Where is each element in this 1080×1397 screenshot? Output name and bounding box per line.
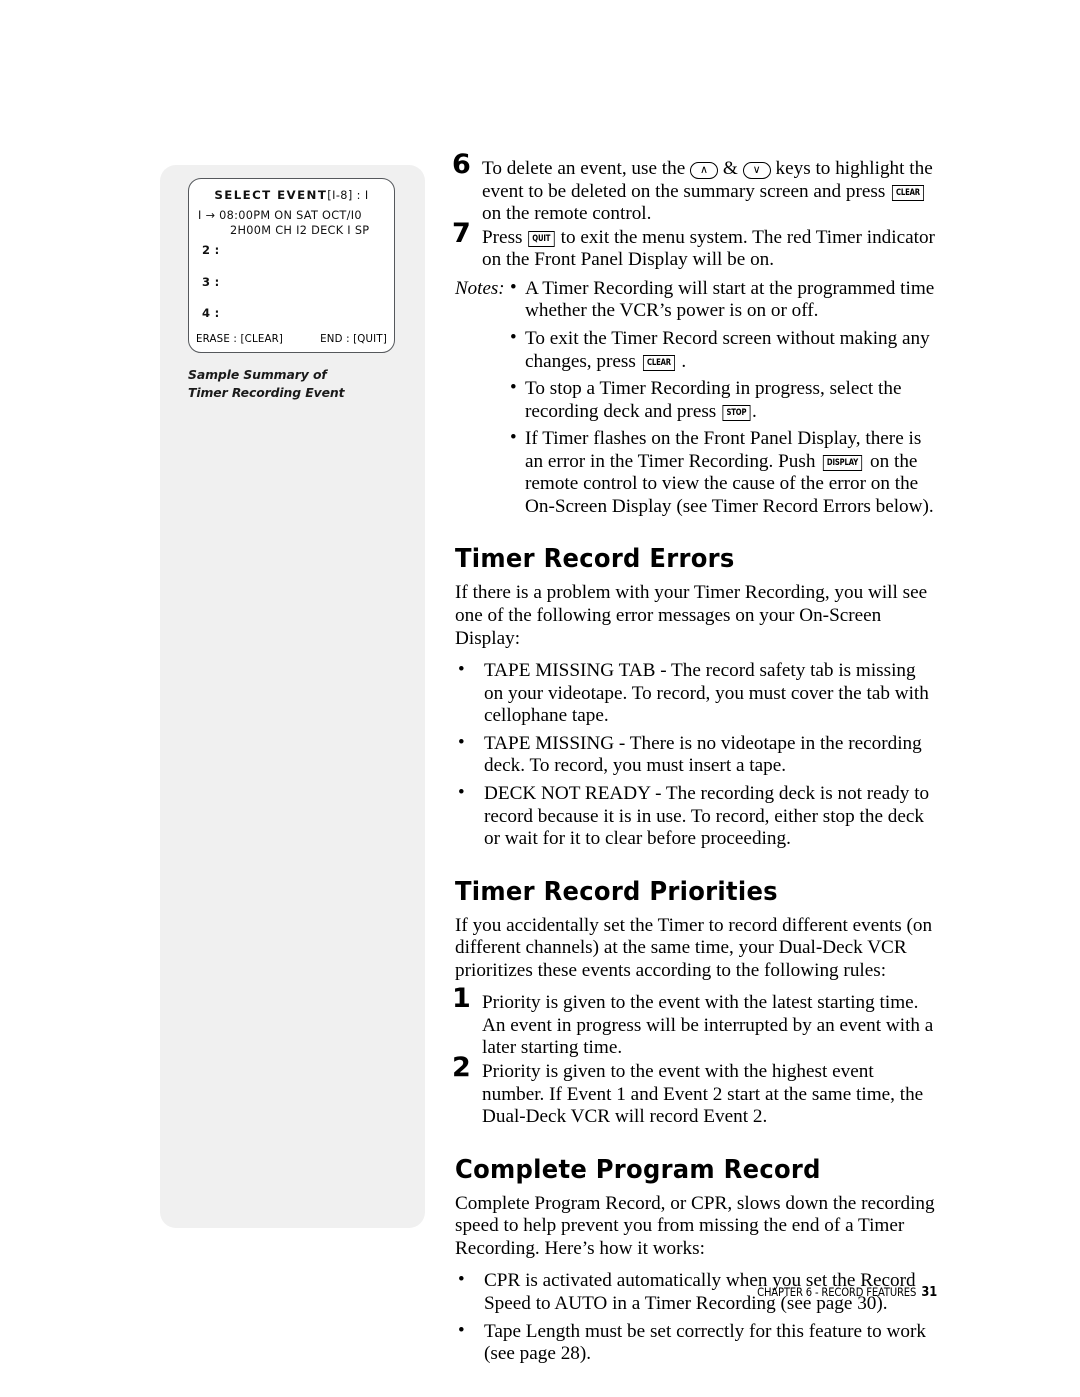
osd-erase-hint: ERASE : [CLEAR]	[196, 334, 284, 345]
error-text: TAPE MISSING - There is no videotape in …	[484, 732, 922, 777]
errors-intro-paragraph: If there is a problem with your Timer Re…	[455, 582, 928, 649]
heading-timer-record-errors: Timer Record Errors	[455, 544, 735, 575]
note-text: A Timer Recording will start at the prog…	[525, 277, 935, 322]
bullet-icon: •	[510, 326, 517, 348]
note-item: • If Timer flashes on the Front Panel Dis…	[455, 427, 937, 518]
step-7: 7 Press QUIT to exit the menu system. The…	[452, 220, 937, 272]
bullet-icon: •	[458, 1319, 465, 1341]
osd-caption-line1: Sample Summary of	[188, 367, 327, 382]
heading-complete-program-record: Complete Program Record	[455, 1154, 821, 1185]
error-text: TAPE MISSING TAB - The record safety tab…	[484, 660, 929, 727]
stop-key-icon[interactable]: STOP	[722, 405, 751, 421]
down-arrow-key-icon[interactable]: ∨	[742, 161, 771, 179]
note-text: To stop a Timer Recording in progress, s…	[525, 378, 902, 422]
note-item: • To stop a Timer Recording in progress, …	[455, 377, 937, 423]
osd-caption-line2: Timer Recording Event	[188, 384, 345, 400]
cpr-intro-paragraph: Complete Program Record, or CPR, slows d…	[455, 1192, 935, 1259]
error-list-item: • DECK NOT READY - The recording deck is …	[455, 781, 937, 851]
footer-chapter-label: CHAPTER 6 - RECORD FEATURES	[757, 1285, 917, 1299]
footer-page-number: 31	[921, 1285, 937, 1300]
bullet-icon: •	[510, 377, 517, 399]
note-text-tail: .	[751, 400, 757, 422]
priority-step-1-number: 1	[452, 983, 471, 1015]
clear-key-icon[interactable]: CLEAR	[642, 354, 675, 371]
error-list-item: • TAPE MISSING - There is no videotape in…	[455, 731, 937, 778]
osd-end-hint: END : [QUIT]	[320, 334, 387, 345]
step-6: 6 To delete an event, use the ∧ & ∨ keys …	[452, 151, 937, 226]
step-6-number: 6	[452, 149, 471, 180]
priority-step-2: 2 Priority is given to the event with the…	[452, 1054, 937, 1129]
bullet-icon: •	[458, 659, 465, 681]
note-text: To exit the Timer Record screen without …	[525, 327, 930, 372]
priority-step-2-number: 2	[452, 1052, 471, 1083]
osd-event-slot-3: 3 :	[202, 274, 220, 289]
osd-title-label: SELECT EVENT	[214, 188, 328, 202]
step-7-text-part1: Press	[482, 226, 528, 248]
bullet-icon: •	[458, 781, 465, 803]
priority-step-2-text: Priority is given to the event with the …	[482, 1061, 924, 1128]
priority-step-1: 1 Priority is given to the event with the…	[452, 985, 937, 1060]
bullet-icon: •	[510, 276, 517, 298]
display-key-icon[interactable]: DISPLAY	[823, 455, 863, 471]
osd-event-slot-4: 4 :	[202, 306, 220, 321]
note-text-tail: .	[676, 350, 687, 372]
vcr-onscreen-display-box: SELECT EVENT[I-8] : I I → 08:00PM ON SAT…	[188, 178, 395, 353]
osd-event1-line2: 2H00M CH I2 DECK I SP	[230, 224, 370, 238]
osd-title-row: SELECT EVENT[I-8] : I	[196, 188, 387, 202]
osd-event-slot-2: 2 :	[202, 243, 220, 258]
step-6-text-part4: on the remote control.	[482, 203, 652, 225]
osd-caption: Sample Summary of Timer Recording Event	[188, 366, 418, 402]
error-text: DECK NOT READY - The recording deck is n…	[484, 782, 930, 850]
priority-step-1-text: Priority is given to the event with the …	[482, 992, 934, 1059]
cpr-list-item: • Tape Length must be set correctly for t…	[455, 1319, 937, 1366]
quit-key-icon[interactable]: QUIT	[528, 231, 555, 247]
page-footer: CHAPTER 6 - RECORD FEATURES 31	[112, 1285, 937, 1300]
step-6-text-part2: &	[718, 158, 743, 179]
osd-event1-line1: I → 08:00PM ON SAT OCT/I0	[198, 208, 362, 222]
clear-key-icon[interactable]: CLEAR	[892, 184, 925, 201]
cpr-text: Tape Length must be set correctly for th…	[484, 1320, 926, 1365]
main-content-column: 6 To delete an event, use the ∧ & ∨ keys …	[452, 151, 937, 1371]
osd-footer-row: ERASE : [CLEAR] END : [QUIT]	[196, 334, 387, 345]
up-arrow-key-icon[interactable]: ∧	[690, 161, 719, 179]
error-list-item: • TAPE MISSING TAB - The record safety ta…	[455, 659, 937, 728]
bullet-icon: •	[458, 731, 465, 753]
osd-title-range: [I-8] : I	[327, 189, 369, 202]
heading-timer-record-priorities: Timer Record Priorities	[455, 876, 778, 907]
note-item: • A Timer Recording will start at the pro…	[455, 276, 937, 323]
step-7-number: 7	[452, 217, 471, 249]
bullet-icon: •	[510, 427, 517, 449]
priorities-intro-paragraph: If you accidentally set the Timer to rec…	[455, 914, 933, 981]
note-item: • To exit the Timer Record screen without…	[455, 326, 937, 373]
notes-block: Notes: • A Timer Recording will start at …	[455, 276, 937, 519]
step-6-text-part1: To delete an event, use the	[482, 158, 691, 179]
